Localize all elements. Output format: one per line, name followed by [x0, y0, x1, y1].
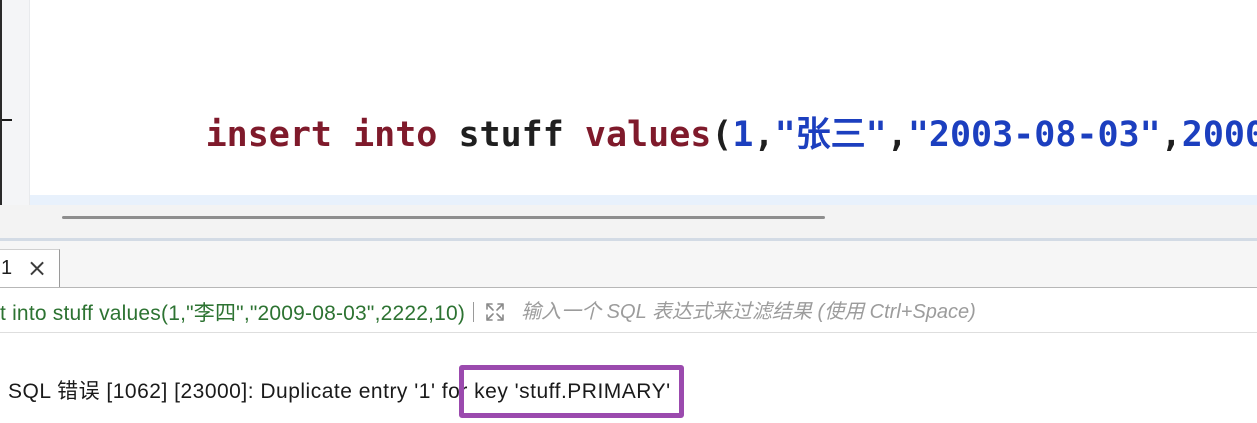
active-query-text[interactable]: t into stuff values(1,"李四","2009-08-03",… — [0, 297, 465, 327]
code-token: , — [1160, 115, 1182, 155]
code-token: 1 — [732, 115, 754, 155]
horizontal-scrollbar[interactable] — [0, 205, 1257, 238]
code-token: , — [753, 115, 775, 155]
code-token: into — [353, 115, 438, 155]
tab-results-1[interactable]: 1 — [0, 249, 60, 287]
code-token: insert — [205, 115, 333, 155]
editor-left-border — [0, 0, 2, 238]
expand-filter-button[interactable] — [483, 300, 507, 324]
tab-label: 1 — [1, 257, 13, 279]
editor-gutter — [0, 0, 30, 205]
code-token: "2003-08-03" — [907, 115, 1161, 155]
filter-expression-input[interactable] — [521, 297, 1257, 327]
code-line-text: insert into stuff values(1,"张三","2003-08… — [206, 115, 1257, 155]
sql-editor[interactable]: insert into stuff values(1,"张三","2003-08… — [0, 0, 1257, 205]
expand-icon — [486, 303, 504, 321]
results-filter-toolbar: t into stuff values(1,"李四","2009-08-03",… — [0, 288, 1257, 333]
code-token: stuff — [458, 115, 564, 155]
code-token: values — [584, 115, 712, 155]
error-message-text: SQL 错误 [1062] [23000]: Duplicate entry '… — [8, 380, 475, 403]
code-token: "张三" — [774, 115, 887, 155]
code-line-2[interactable]: insert into stuff values(1,"李四","2009-08… — [30, 195, 1257, 205]
results-tab-bar: 1 — [0, 241, 1257, 288]
error-key-wrap: key 'stuff.PRIMARY' — [459, 365, 684, 418]
error-output-panel: SQL 错误 [1062] [23000]: Duplicate entry '… — [0, 334, 1257, 423]
error-key-text: key 'stuff.PRIMARY' — [474, 380, 671, 403]
close-icon[interactable] — [27, 250, 47, 286]
code-token: 2000 — [1181, 115, 1257, 155]
error-message: SQL 错误 [1062] [23000]: Duplicate entry '… — [8, 365, 684, 418]
code-token: , — [886, 115, 908, 155]
scrollbar-thumb[interactable] — [62, 216, 825, 219]
code-token: ( — [711, 115, 733, 155]
sql-editor-window: insert into stuff values(1,"张三","2003-08… — [0, 0, 1257, 423]
toolbar-separator — [473, 302, 475, 322]
code-line-1[interactable]: insert into stuff values(1,"张三","2003-08… — [30, 75, 1257, 155]
code-lines[interactable]: insert into stuff values(1,"张三","2003-08… — [30, 0, 1257, 205]
